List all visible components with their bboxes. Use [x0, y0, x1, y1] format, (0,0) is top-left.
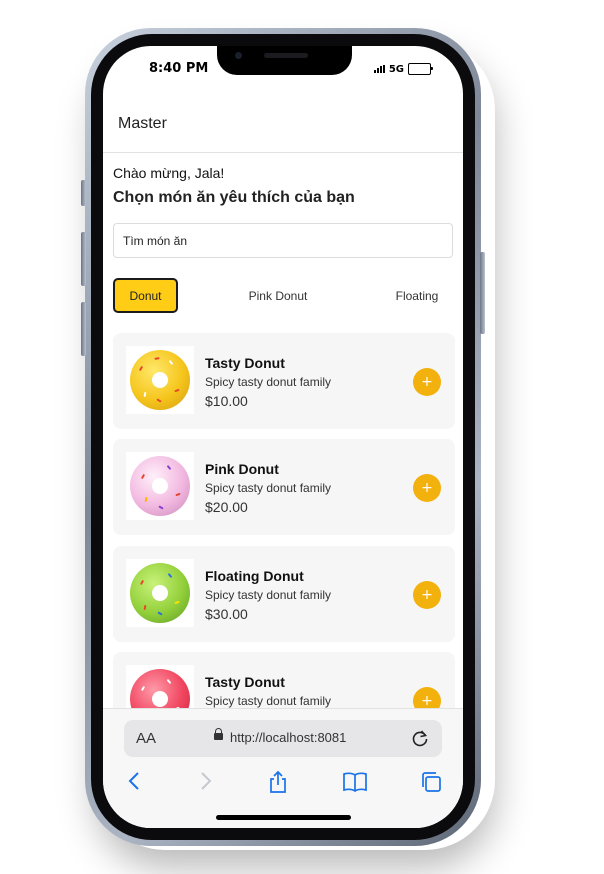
- product-description: Spicy tasty donut family: [205, 694, 332, 708]
- battery-icon: [408, 63, 433, 75]
- browser-toolbar: AA http://localhost:8081: [103, 708, 463, 828]
- product-list: Tasty Donut Spicy tasty donut family $10…: [113, 333, 455, 708]
- add-to-cart-button[interactable]: +: [413, 687, 441, 708]
- product-description: Spicy tasty donut family: [205, 588, 332, 602]
- status-time: 8:40 PM: [149, 61, 209, 76]
- address-bar[interactable]: AA http://localhost:8081: [124, 720, 442, 757]
- product-name: Pink Donut: [205, 461, 279, 477]
- forward-icon[interactable]: [195, 770, 215, 796]
- network-label: 5G: [388, 63, 404, 75]
- back-icon[interactable]: [125, 770, 145, 796]
- text-size-button[interactable]: AA: [136, 730, 156, 747]
- product-name: Floating Donut: [205, 568, 304, 584]
- tab-pink-donut[interactable]: Pink Donut: [233, 278, 323, 313]
- product-description: Spicy tasty donut family: [205, 481, 332, 495]
- section-subtitle: Chọn món ăn yêu thích của bạn: [113, 189, 355, 206]
- product-card[interactable]: Tasty Donut Spicy tasty donut family +: [113, 652, 455, 708]
- tabs-icon[interactable]: [419, 770, 443, 798]
- product-card[interactable]: Tasty Donut Spicy tasty donut family $10…: [113, 333, 455, 429]
- add-to-cart-button[interactable]: +: [413, 581, 441, 609]
- greeting-text: Chào mừng, Jala!: [113, 165, 225, 181]
- product-description: Spicy tasty donut family: [205, 375, 332, 389]
- phone-screen: 8:40 PM 5G Master Chào mừng, Jala! Chọn …: [103, 46, 463, 828]
- product-price: $10.00: [205, 393, 248, 409]
- add-to-cart-button[interactable]: +: [413, 368, 441, 396]
- product-card[interactable]: Pink Donut Spicy tasty donut family $20.…: [113, 439, 455, 535]
- tab-floating[interactable]: Floating: [383, 278, 451, 313]
- url-text: http://localhost:8081: [230, 730, 347, 745]
- yellow-donut-icon: [126, 346, 194, 414]
- lock-icon: [214, 728, 223, 740]
- notch: [217, 46, 352, 75]
- add-to-cart-button[interactable]: +: [413, 474, 441, 502]
- app-header: Master: [103, 101, 463, 153]
- text-size-label: AA: [136, 730, 157, 747]
- product-price: $30.00: [205, 606, 248, 622]
- page-title: Master: [118, 115, 167, 132]
- red-donut-icon: [126, 665, 194, 708]
- share-icon[interactable]: [266, 770, 290, 798]
- product-name: Tasty Donut: [205, 355, 285, 371]
- pink-donut-icon: [126, 452, 194, 520]
- product-price: $20.00: [205, 499, 248, 515]
- product-card[interactable]: Floating Donut Spicy tasty donut family …: [113, 546, 455, 642]
- reload-icon[interactable]: [409, 727, 431, 753]
- tab-donut[interactable]: Donut: [113, 278, 178, 313]
- green-donut-icon: [126, 559, 194, 627]
- bookmarks-icon[interactable]: [342, 770, 368, 798]
- search-input[interactable]: [113, 223, 453, 258]
- home-indicator: [216, 815, 351, 820]
- signal-icon: [373, 65, 385, 73]
- product-name: Tasty Donut: [205, 674, 285, 690]
- status-indicators: 5G: [373, 63, 433, 75]
